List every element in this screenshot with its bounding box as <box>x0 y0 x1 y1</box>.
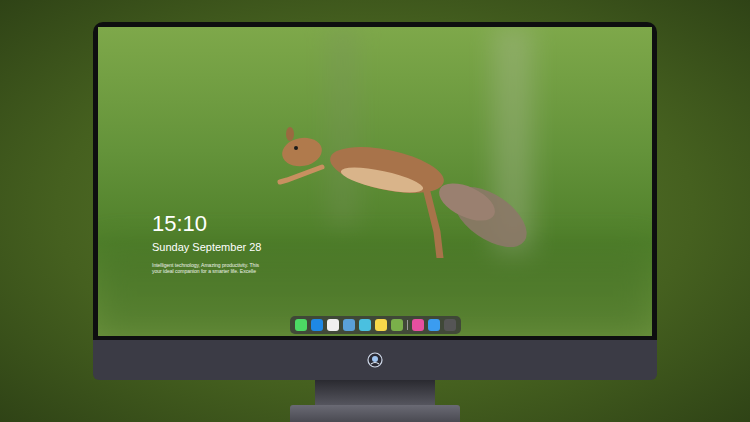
clock: 15:10 <box>152 213 261 235</box>
dock-app-icon[interactable] <box>391 319 403 331</box>
dock-app-icon[interactable] <box>327 319 339 331</box>
wallpaper-photo <box>98 27 652 336</box>
dock-app-icon[interactable] <box>295 319 307 331</box>
dock-app-icon[interactable] <box>311 319 323 331</box>
monitor: 15:10 Sunday September 28 Intelligent tech… <box>93 22 657 422</box>
screen: 15:10 Sunday September 28 Intelligent tech… <box>98 27 652 336</box>
dock-app-icon[interactable] <box>359 319 371 331</box>
dock-app-icon[interactable] <box>412 319 424 331</box>
wallpaper-squirrel-icon <box>262 122 530 258</box>
dock <box>290 316 461 334</box>
dock-app-icon[interactable] <box>343 319 355 331</box>
monitor-neck <box>315 380 435 405</box>
monitor-bezel: 15:10 Sunday September 28 Intelligent tech… <box>93 22 657 340</box>
page: 15:10 Sunday September 28 Intelligent tech… <box>0 0 750 422</box>
dock-app-icon[interactable] <box>375 319 387 331</box>
monitor-chin <box>93 340 657 380</box>
caption-line: Intelligent technology, Amazing producti… <box>152 262 261 268</box>
dock-app-icon[interactable] <box>428 319 440 331</box>
monitor-base <box>290 405 460 422</box>
dock-separator <box>407 320 408 330</box>
caption: Intelligent technology, Amazing producti… <box>152 262 261 274</box>
dock-app-icon[interactable] <box>444 319 456 331</box>
brand-logo-icon <box>367 352 383 368</box>
date: Sunday September 28 <box>152 241 261 255</box>
lock-screen-info: 15:10 Sunday September 28 Intelligent tech… <box>152 213 261 274</box>
caption-line: your ideal companion for a smarter life.… <box>152 268 261 274</box>
